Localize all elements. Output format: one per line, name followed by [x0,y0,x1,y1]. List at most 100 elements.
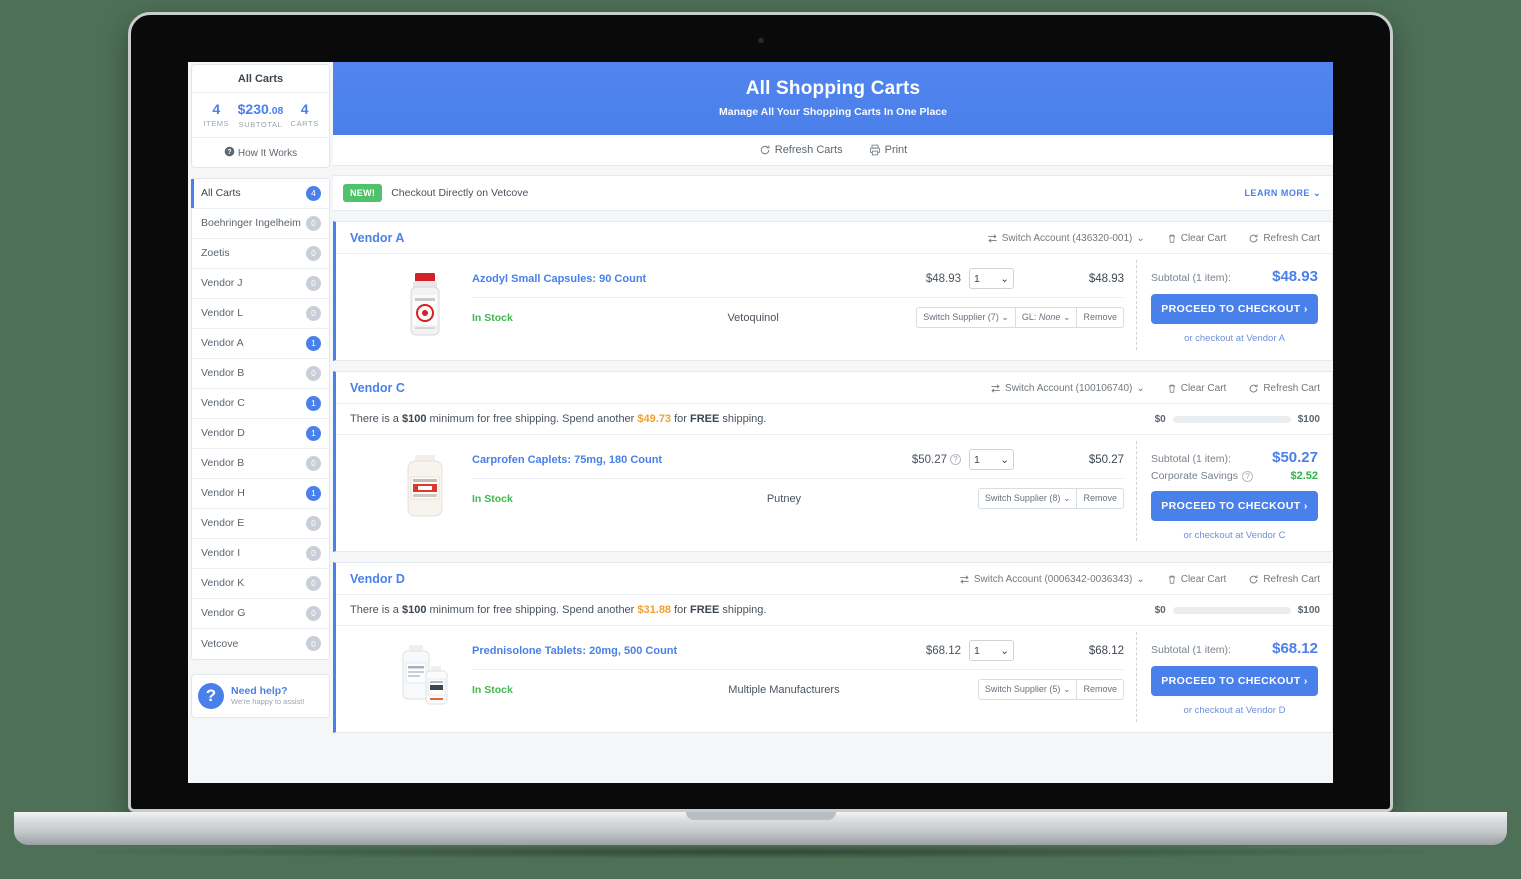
sidebar-item-vendor-a[interactable]: Vendor A 1 [192,329,329,359]
remove-item-button[interactable]: Remove [1076,679,1124,700]
chevron-down-icon: ⌄ [1136,382,1145,394]
product-name-link[interactable]: Prednisolone Tablets: 20mg, 500 Count [472,645,926,657]
sidebar-item-label: Vetcove [201,637,239,650]
switch-account-button[interactable]: Switch Account (100106740) ⌄ [990,383,1145,394]
alt-checkout-link[interactable]: or checkout at Vendor D [1151,705,1318,716]
laptop-shadow [60,845,1460,859]
sidebar-item-vendor-b-1[interactable]: Vendor B 0 [192,359,329,389]
sidebar-item-vetcove[interactable]: Vetcove 0 [192,629,329,659]
switch-supplier-label: Switch Supplier (8) [984,493,1061,503]
stat-subtotal-cents: .08 [268,105,284,117]
sidebar-item-vendor-e[interactable]: Vendor E 0 [192,509,329,539]
proceed-to-checkout-button[interactable]: PROCEED TO CHECKOUT › [1151,491,1318,521]
info-icon[interactable]: ? [1241,470,1253,482]
gl-code-button[interactable]: GL: None ⌄ [1014,307,1078,328]
learn-more-link[interactable]: LEARN MORE ⌄ [1244,188,1321,199]
promo-text: Checkout Directly on Vetcove [391,187,529,199]
gl-label: GL: [1021,312,1037,322]
sidebar-item-label: Vendor J [201,277,243,290]
switch-supplier-button[interactable]: Switch Supplier (5) ⌄ [977,679,1078,700]
sidebar: All Carts 4 ITEMS $230.08 SUBTOTAL 4 CAR… [188,62,333,783]
cart-items: Carprofen Caplets: 75mg, 180 Count $50.2… [336,441,1136,541]
sidebar-item-vendor-k[interactable]: Vendor K 0 [192,569,329,599]
quantity-select[interactable]: 1 ⌄ [969,640,1014,661]
vendor-name: Vendor A [350,231,405,245]
sidebar-item-badge: 0 [306,545,321,561]
sidebar-item-vendor-g[interactable]: Vendor G 0 [192,599,329,629]
proceed-to-checkout-button[interactable]: PROCEED TO CHECKOUT › [1151,666,1318,696]
item-actions: Switch Supplier (5) ⌄ Remove [977,679,1124,700]
cart-header: Vendor A Switch Account (436320-001) ⌄ C… [336,222,1332,254]
stat-subtotal: $230.08 SUBTOTAL [238,101,284,128]
product-name-link[interactable]: Azodyl Small Capsules: 90 Count [472,273,926,285]
sidebar-item-vendor-j[interactable]: Vendor J 0 [192,269,329,299]
chevron-down-icon: ⌄ [1312,187,1321,198]
page-header: All Shopping Carts Manage All Your Shopp… [333,62,1333,135]
how-it-works-link[interactable]: ? How It Works [192,136,329,167]
switch-account-button[interactable]: Switch Account (436320-001) ⌄ [987,233,1145,244]
remove-item-button[interactable]: Remove [1076,307,1124,328]
sidebar-item-vendor-b-2[interactable]: Vendor B 0 [192,449,329,479]
clear-cart-button[interactable]: Clear Cart [1167,383,1226,394]
subtotal-value: $68.12 [1272,640,1318,657]
progress-bar [1172,606,1291,614]
gl-value: None [1038,312,1061,322]
checkout-label: PROCEED TO CHECKOUT [1161,675,1301,687]
switch-account-button[interactable]: Switch Account (0006342-0036343) ⌄ [959,574,1145,585]
cart-item-bottom-row: In Stock Multiple Manufacturers Switch S… [472,670,1124,700]
alt-checkout-link[interactable]: or checkout at Vendor C [1151,530,1318,541]
print-button[interactable]: Print [869,144,907,156]
cart-item: Prednisolone Tablets: 20mg, 500 Count $6… [336,640,1136,714]
stat-items: 4 ITEMS [195,101,238,129]
ship-remaining: $49.73 [637,413,672,425]
need-help-card[interactable]: ? Need help? We're happy to assist! [191,673,330,718]
stock-status: In Stock [472,311,513,324]
checkout-label: PROCEED TO CHECKOUT [1161,303,1301,315]
sidebar-item-badge: 0 [306,636,321,652]
product-thumbnail-carprofen [392,449,458,523]
quantity-select[interactable]: 1 ⌄ [969,449,1014,470]
sidebar-item-badge: 0 [306,605,321,621]
switch-supplier-button[interactable]: Switch Supplier (7) ⌄ [916,307,1016,328]
refresh-cart-button[interactable]: Refresh Cart [1248,233,1320,244]
refresh-cart-button[interactable]: Refresh Cart [1248,383,1320,394]
sidebar-item-badge: 0 [306,365,321,381]
trash-icon [1167,574,1177,585]
sidebar-item-vendor-l[interactable]: Vendor L 0 [192,299,329,329]
cart-item: Azodyl Small Capsules: 90 Count $48.93 1… [336,268,1136,342]
clear-cart-button[interactable]: Clear Cart [1167,233,1226,244]
sidebar-item-vendor-h[interactable]: Vendor H 1 [192,479,329,509]
page-title: All Shopping Carts [745,78,921,99]
main-content: All Shopping Carts Manage All Your Shopp… [333,62,1333,783]
chevron-down-icon: ⌄ [1000,453,1009,466]
savings-label-text: Corporate Savings [1151,470,1238,482]
sidebar-item-vendor-i[interactable]: Vendor I 0 [192,539,329,569]
unit-price: $50.27? [912,454,961,466]
quantity-select[interactable]: 1 ⌄ [969,268,1014,289]
subtotal-row: Subtotal (1 item): $50.27 [1151,449,1318,466]
refresh-carts-button[interactable]: Refresh Carts [759,144,843,156]
sidebar-item-zoetis[interactable]: Zoetis 0 [192,239,329,269]
sidebar-item-vendor-d[interactable]: Vendor D 1 [192,419,329,449]
proceed-to-checkout-button[interactable]: PROCEED TO CHECKOUT › [1151,294,1318,324]
refresh-icon [1248,383,1259,394]
refresh-cart-label: Refresh Cart [1263,232,1320,244]
product-name-link[interactable]: Carprofen Caplets: 75mg, 180 Count [472,454,912,466]
ship-suffix-b: shipping. [719,413,767,425]
sidebar-item-all-carts[interactable]: All Carts 4 [191,178,329,209]
unit-price-value: $50.27 [911,453,947,466]
info-icon[interactable]: ? [950,454,961,465]
sidebar-item-label: Vendor D [201,427,245,440]
meter-max-label: $100 [1297,604,1320,616]
clear-cart-button[interactable]: Clear Cart [1167,574,1226,585]
remove-item-button[interactable]: Remove [1076,488,1124,509]
switch-supplier-button[interactable]: Switch Supplier (8) ⌄ [977,488,1078,509]
sidebar-item-badge: 0 [306,455,321,471]
sidebar-item-boehringer-ingelheim[interactable]: Boehringer Ingelheim 0 [192,209,329,239]
cart-items: Prednisolone Tablets: 20mg, 500 Count $6… [336,632,1136,722]
sidebar-item-vendor-c[interactable]: Vendor C 1 [192,389,329,419]
alt-checkout-link[interactable]: or checkout at Vendor A [1151,333,1318,344]
refresh-cart-button[interactable]: Refresh Cart [1248,574,1320,585]
cart-item-top-row: Prednisolone Tablets: 20mg, 500 Count $6… [472,640,1124,670]
vendor-nav-list: All Carts 4 Boehringer Ingelheim 0 Zoeti… [191,177,330,660]
